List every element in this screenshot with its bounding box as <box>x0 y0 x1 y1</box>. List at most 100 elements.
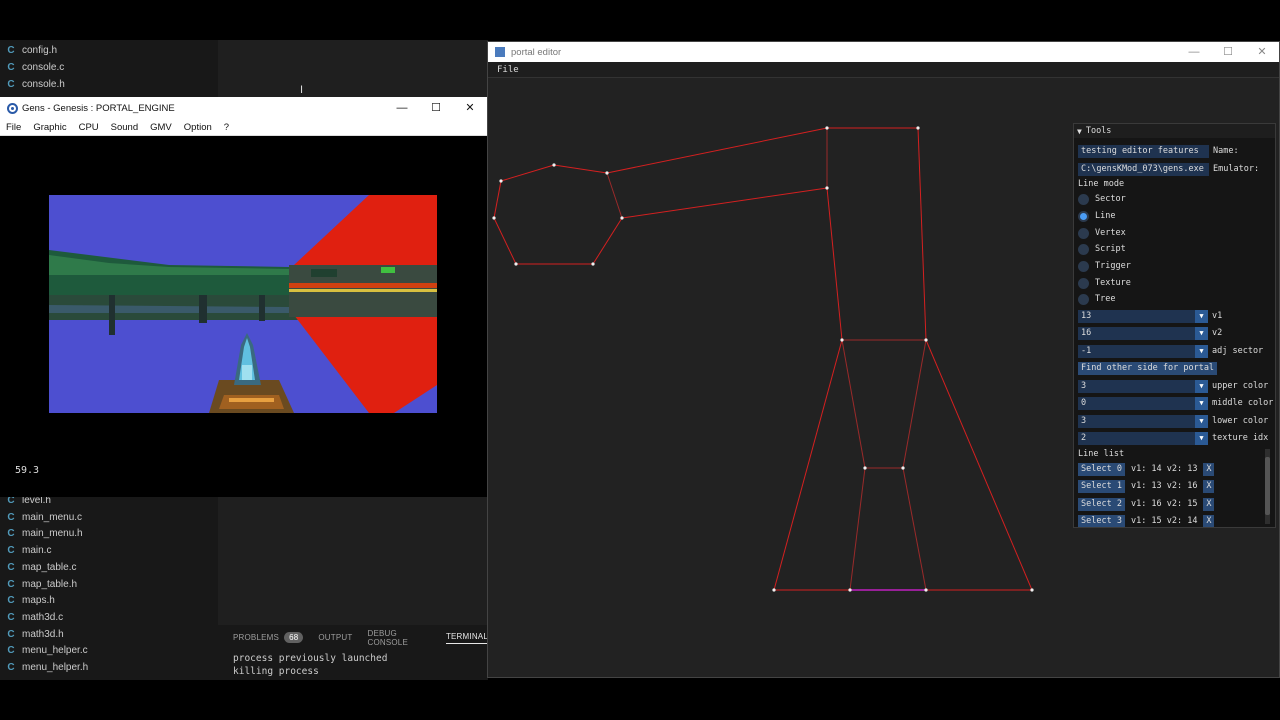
line-list-item: Select 2 v1: 16 v2: 15 X <box>1078 497 1215 511</box>
line-list-item: Select 3 v1: 15 v2: 14 X <box>1078 514 1215 527</box>
minimize-icon[interactable]: — <box>1177 42 1211 62</box>
maximize-icon[interactable]: ☐ <box>419 97 453 119</box>
collapse-triangle-icon[interactable]: ▼ <box>1077 127 1082 136</box>
file-item[interactable]: Cmain_menu.h <box>0 525 82 542</box>
map-vertex[interactable] <box>605 171 609 175</box>
map-vertex[interactable] <box>825 126 829 130</box>
portal-line[interactable] <box>849 467 866 591</box>
file-item[interactable]: Cmenu_helper.h <box>0 659 88 676</box>
map-vertex[interactable] <box>901 466 905 470</box>
find-portal-button[interactable]: Find other side for portal <box>1078 361 1218 375</box>
tab-terminal[interactable]: TERMINAL <box>445 632 488 644</box>
file-item[interactable]: Cmaps.h <box>0 592 54 609</box>
adj-sector-combo[interactable]: -1 ▼ <box>1078 344 1208 358</box>
file-item[interactable]: Cmath3d.h <box>0 626 63 643</box>
map-vertex[interactable] <box>1030 588 1034 592</box>
portal-editor-title-bar[interactable]: portal editor — ☐ ✕ <box>488 42 1279 62</box>
select-line-button[interactable]: Select 2 <box>1078 497 1125 511</box>
map-vertex[interactable] <box>499 179 503 183</box>
map-line[interactable] <box>500 164 555 182</box>
portal-line[interactable] <box>902 467 927 591</box>
emulator-path-input[interactable]: C:\gensKMod_073\gens.exe <box>1078 162 1209 176</box>
v2-combo[interactable]: 16 ▼ <box>1078 326 1208 340</box>
tab-output[interactable]: OUTPUT <box>318 633 352 642</box>
texture-idx-combo[interactable]: 2 ▼ <box>1078 431 1208 445</box>
menu-file[interactable]: File <box>6 122 21 133</box>
menu-cpu[interactable]: CPU <box>79 122 99 133</box>
map-line[interactable] <box>606 127 828 174</box>
c-file-icon: C <box>7 628 15 640</box>
maximize-icon[interactable]: ☐ <box>1211 42 1245 62</box>
map-line[interactable] <box>592 217 623 265</box>
select-line-button[interactable]: Select 0 <box>1078 462 1125 476</box>
map-vertex[interactable] <box>620 216 624 220</box>
map-vertex[interactable] <box>514 262 518 266</box>
map-vertex[interactable] <box>924 338 928 342</box>
file-item[interactable]: Cconfig.h <box>0 42 57 59</box>
map-vertex[interactable] <box>924 588 928 592</box>
mode-radio-line[interactable]: Line <box>1078 209 1115 223</box>
select-line-button[interactable]: Select 1 <box>1078 479 1125 493</box>
v1-combo[interactable]: 13 ▼ <box>1078 309 1208 323</box>
menu-sound[interactable]: Sound <box>111 122 138 133</box>
delete-line-button[interactable]: X <box>1203 462 1215 476</box>
mode-radio-texture[interactable]: Texture <box>1078 276 1131 290</box>
middle-color-combo[interactable]: 0 ▼ <box>1078 396 1208 410</box>
file-item[interactable]: Cmain_menu.c <box>0 509 82 526</box>
portal-line[interactable] <box>902 339 927 469</box>
map-line[interactable] <box>493 180 502 219</box>
file-item[interactable]: Cmath3d.c <box>0 609 63 626</box>
map-vertex[interactable] <box>840 338 844 342</box>
line-list-scrollbar[interactable] <box>1265 449 1270 524</box>
delete-line-button[interactable]: X <box>1203 479 1215 493</box>
upper-color-combo[interactable]: 3 ▼ <box>1078 379 1208 393</box>
tools-header[interactable]: ▼ Tools <box>1074 124 1275 138</box>
mode-radio-script[interactable]: Script <box>1078 242 1126 256</box>
select-line-button[interactable]: Select 3 <box>1078 514 1125 527</box>
lower-color-combo[interactable]: 3 ▼ <box>1078 414 1208 428</box>
menu-graphic[interactable]: Graphic <box>33 122 66 133</box>
map-vertex[interactable] <box>552 163 556 167</box>
file-item[interactable]: Cmap_table.h <box>0 576 77 593</box>
map-line[interactable] <box>493 217 517 265</box>
minimize-icon[interactable]: — <box>385 97 419 119</box>
file-item[interactable]: Cconsole.c <box>0 59 64 76</box>
file-item[interactable]: Cmap_table.c <box>0 559 76 576</box>
project-name-input[interactable]: testing editor features <box>1078 144 1209 158</box>
tab-problems[interactable]: PROBLEMS 68 <box>233 632 304 643</box>
menu-gmv[interactable]: GMV <box>150 122 172 133</box>
file-item[interactable]: Cmenu_helper.c <box>0 642 87 659</box>
file-item[interactable]: Cmain.c <box>0 542 51 559</box>
menu-file[interactable]: File <box>497 65 519 75</box>
mode-radio-tree[interactable]: Tree <box>1078 292 1115 306</box>
portal-line[interactable] <box>841 339 866 469</box>
map-vertex[interactable] <box>916 126 920 130</box>
map-line[interactable] <box>826 187 843 341</box>
map-line[interactable] <box>917 127 927 341</box>
mode-radio-vertex[interactable]: Vertex <box>1078 226 1126 240</box>
map-vertex[interactable] <box>863 466 867 470</box>
map-vertex[interactable] <box>591 262 595 266</box>
map-line[interactable] <box>773 339 843 591</box>
map-line[interactable] <box>621 187 828 219</box>
mode-radio-sector[interactable]: Sector <box>1078 192 1126 206</box>
map-line[interactable] <box>925 339 1033 591</box>
map-vertex[interactable] <box>848 588 852 592</box>
close-icon[interactable]: ✕ <box>1245 42 1279 62</box>
close-icon[interactable]: ✕ <box>453 97 487 119</box>
mode-radio-trigger[interactable]: Trigger <box>1078 259 1131 273</box>
map-line[interactable] <box>553 164 608 174</box>
file-item[interactable]: Cconsole.h <box>0 76 64 93</box>
gens-title-bar[interactable]: Gens - Genesis : PORTAL_ENGINE — ☐ ✕ <box>0 97 487 119</box>
portal-line[interactable] <box>606 172 623 219</box>
c-file-icon: C <box>7 578 15 590</box>
map-vertex[interactable] <box>492 216 496 220</box>
tab-debug-console[interactable]: DEBUG CONSOLE <box>367 629 430 647</box>
map-vertex[interactable] <box>772 588 776 592</box>
delete-line-button[interactable]: X <box>1203 514 1215 527</box>
line-mode-label: Line mode <box>1078 179 1125 189</box>
menu-option[interactable]: Option <box>184 122 212 133</box>
map-vertex[interactable] <box>825 186 829 190</box>
menu-help[interactable]: ? <box>224 122 229 133</box>
delete-line-button[interactable]: X <box>1203 497 1215 511</box>
